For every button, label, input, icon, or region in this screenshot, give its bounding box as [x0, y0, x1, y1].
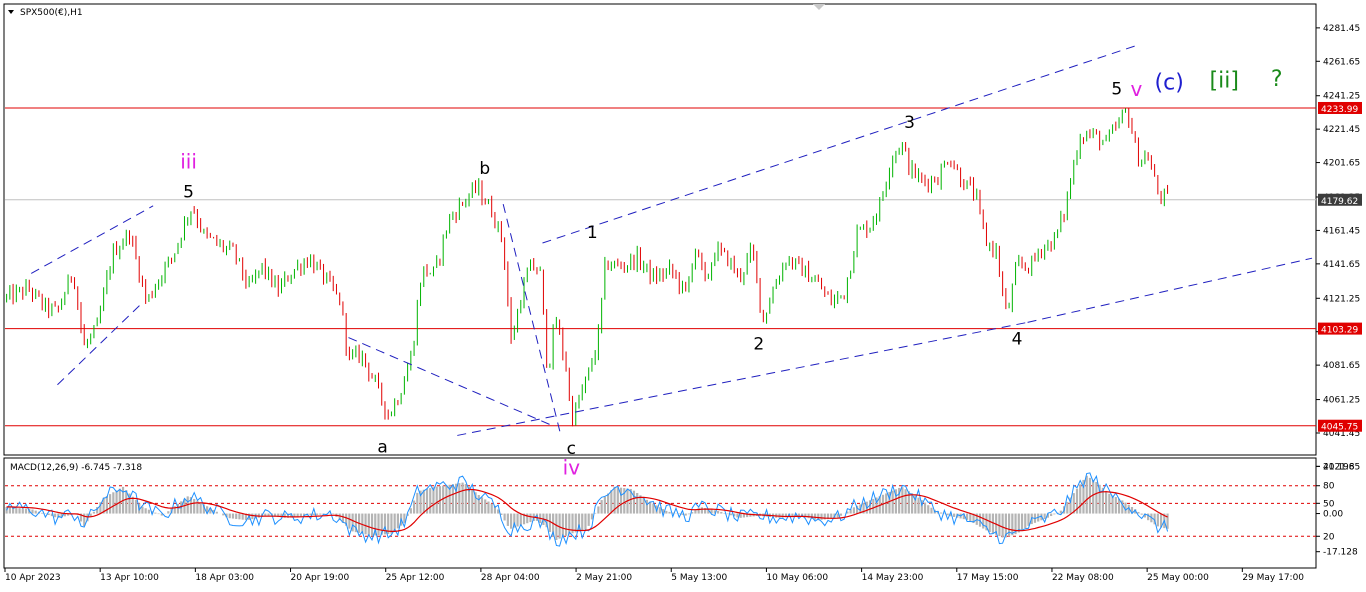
- wave-label: iv: [563, 455, 581, 479]
- time-tick-label: 5 May 13:00: [671, 573, 727, 583]
- wave-label: 5: [1111, 79, 1122, 99]
- wave-label: 4: [1012, 329, 1023, 349]
- price-tick-label: 4061.25: [1323, 396, 1360, 406]
- wave-label: (c): [1155, 70, 1184, 95]
- price-tick-label: 4081.65: [1323, 361, 1360, 371]
- macd-tick-label: -17.128: [1323, 548, 1358, 558]
- symbol-label: SPX500(€),H1: [20, 8, 83, 18]
- time-tick-label: 25 May 00:00: [1147, 573, 1209, 583]
- macd-indicator-label: MACD(12,26,9) -6.745 -7.318: [10, 463, 142, 473]
- time-tick-label: 20 Apr 19:00: [291, 573, 350, 583]
- price-tag-label: 4103.29: [1321, 326, 1358, 336]
- wave-label: a: [377, 437, 387, 457]
- chart-canvas[interactable]: SPX500(€),H1 MACD(12,26,9) -6.745 -7.318…: [0, 0, 1366, 588]
- price-axis: 4281.454261.654241.254221.454201.654181.…: [1316, 24, 1360, 472]
- wave-label: v: [1130, 77, 1142, 101]
- macd-tick-label: 80: [1323, 482, 1335, 492]
- price-tick-label: 4141.65: [1323, 260, 1360, 270]
- time-tick-label: 13 Apr 10:00: [100, 573, 159, 583]
- price-tag-label: 4045.75: [1321, 423, 1358, 433]
- macd-axis: 21.198 80 500.00 20 -17.128: [1316, 462, 1358, 558]
- wave-label: 1: [587, 223, 598, 243]
- wave-label: 3: [904, 113, 915, 133]
- price-tick-label: 4161.45: [1323, 226, 1360, 236]
- time-tick-label: 22 May 08:00: [1052, 573, 1114, 583]
- price-tick-label: 4281.45: [1323, 24, 1360, 34]
- chart-window: SPX500(€),H1 MACD(12,26,9) -6.745 -7.318…: [0, 0, 1366, 588]
- wave-label: 2: [753, 334, 764, 354]
- macd-tick-label: 21.198: [1323, 462, 1355, 472]
- time-tick-label: 10 May 06:00: [766, 573, 828, 583]
- macd-tick-label: 0.00: [1323, 510, 1343, 520]
- price-tick-label: 4221.45: [1323, 125, 1360, 135]
- macd-tick-label: 50: [1323, 499, 1335, 509]
- price-tick-label: 4121.25: [1323, 294, 1360, 304]
- time-tick-label: 29 May 17:00: [1242, 573, 1304, 583]
- time-axis: 10 Apr 2023 13 Apr 10:00 18 Apr 03:00 20 Ap…: [4, 568, 1304, 583]
- price-tick-label: 4261.65: [1323, 57, 1360, 67]
- wave-label: iii: [180, 150, 197, 174]
- time-tick-label: 2 May 21:00: [576, 573, 632, 583]
- time-tick-label: 10 Apr 2023: [5, 573, 61, 583]
- time-tick-label: 28 Apr 04:00: [481, 573, 540, 583]
- wave-label: b: [479, 159, 490, 179]
- price-tag-label: 4179.62: [1321, 197, 1358, 207]
- price-tick-label: 4241.25: [1323, 92, 1360, 102]
- time-tick-label: 18 Apr 03:00: [195, 573, 254, 583]
- time-tick-label: 17 May 15:00: [957, 573, 1019, 583]
- price-tag-label: 4233.99: [1321, 105, 1358, 115]
- time-tick-label: 25 Apr 12:00: [386, 573, 445, 583]
- wave-label: ?: [1271, 67, 1283, 92]
- price-tick-label: 4201.65: [1323, 159, 1360, 169]
- wave-label: [ii]: [1210, 69, 1239, 94]
- time-tick-label: 14 May 23:00: [862, 573, 924, 583]
- macd-tick-label: 20: [1323, 532, 1335, 542]
- wave-label: 5: [183, 182, 194, 202]
